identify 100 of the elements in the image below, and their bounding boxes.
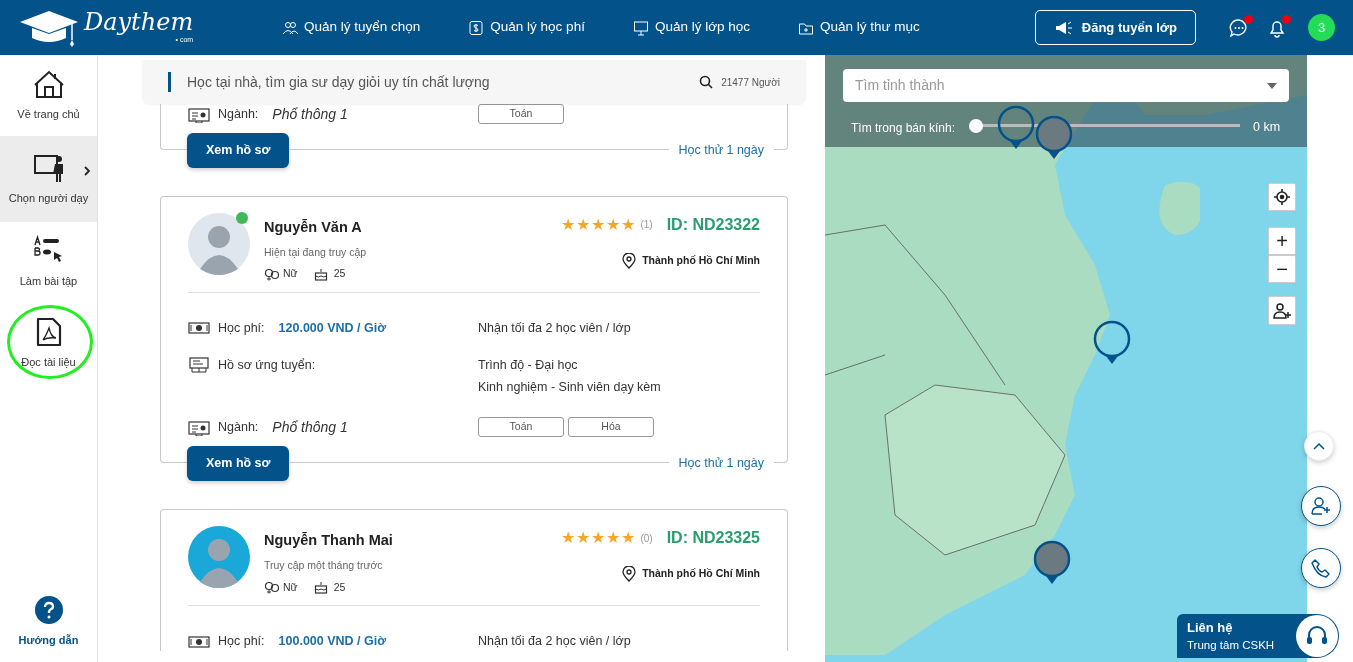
field-label: Hồ sơ ứng tuyển: bbox=[218, 356, 316, 374]
post-class-button[interactable]: Đăng tuyển lớp bbox=[1034, 9, 1196, 46]
star-icon: ★ bbox=[606, 530, 621, 546]
map-pin-icon bbox=[997, 105, 1035, 151]
view-profile-button[interactable]: Xem hồ sơ bbox=[187, 133, 290, 168]
banknote-icon bbox=[188, 320, 210, 337]
contact-panel[interactable]: Liên hệ Trung tâm CSKH bbox=[1177, 614, 1339, 658]
radius-value: 0 km bbox=[1253, 119, 1281, 136]
megaphone-icon bbox=[1053, 19, 1074, 36]
access-status: Hiện tại đang truy cập bbox=[264, 244, 367, 260]
gender-icon bbox=[264, 580, 280, 595]
logo-text: Daythem bbox=[84, 7, 194, 36]
accent-bar bbox=[168, 72, 171, 92]
star-icon: ★ bbox=[561, 216, 576, 233]
star-icon: ★ bbox=[561, 530, 576, 546]
search-bar[interactable]: Học tại nhà, tìm gia sư dạy giỏi uy tín chất lượng 21477 Người bbox=[142, 60, 806, 104]
profile-line: Trình độ - Đại học bbox=[478, 356, 579, 374]
map-pin-icon bbox=[1033, 540, 1071, 586]
cake-icon bbox=[313, 267, 328, 282]
gender-text: Nữ bbox=[283, 579, 298, 595]
caret-icon bbox=[1267, 82, 1277, 89]
sidebar-item[interactable]: Về trang chủ bbox=[0, 55, 97, 136]
map-pin-icon bbox=[1035, 115, 1073, 161]
profile-line: Kinh nghiệm - Sinh viên dạy kèm bbox=[478, 378, 661, 396]
major-text: Phổ thông 1 bbox=[272, 418, 348, 438]
review-count: (0) bbox=[640, 531, 653, 546]
major-text: Phổ thông 1 bbox=[272, 105, 348, 124]
field-label: Học phí: bbox=[218, 633, 265, 651]
help-link[interactable]: Hướng dẫn bbox=[0, 595, 97, 648]
field-label: Ngành: bbox=[218, 106, 259, 124]
profile-board-icon bbox=[188, 357, 210, 374]
house-icon bbox=[32, 68, 65, 101]
zoom-out-button[interactable]: − bbox=[1268, 255, 1296, 283]
access-status: Truy cập một tháng trước bbox=[264, 557, 384, 573]
sidebar-item[interactable]: Chọn người dạy bbox=[0, 136, 97, 222]
crosshair-icon bbox=[1274, 189, 1290, 205]
capacity-text: Nhận tối đa 2 học viên / lớp bbox=[478, 633, 631, 651]
chevron-up-icon bbox=[1313, 442, 1325, 450]
nav-menu-link[interactable]: Quản lý tuyển chọn bbox=[282, 17, 421, 38]
nav-menu-link[interactable]: Quản lý học phí bbox=[468, 17, 585, 38]
call-button[interactable] bbox=[1301, 548, 1341, 588]
trial-text: Học thử 1 ngày bbox=[677, 455, 765, 473]
scroll-up-button[interactable] bbox=[1304, 431, 1334, 461]
gender-text: Nữ bbox=[283, 266, 298, 282]
age-text: 25 bbox=[333, 579, 346, 595]
cake-icon bbox=[313, 580, 328, 595]
star-icon: ★ bbox=[576, 530, 591, 546]
location-pin-icon bbox=[622, 566, 637, 582]
subject-tag: Toán bbox=[478, 417, 564, 437]
capacity-text: Nhận tối đa 2 học viên / lớp bbox=[478, 320, 631, 337]
star-icon: ★ bbox=[591, 216, 606, 233]
certificate-icon bbox=[188, 419, 210, 436]
subject-tag: Toán bbox=[478, 104, 564, 124]
star-icon: ★ bbox=[606, 216, 621, 233]
trial-text: Học thử 1 ngày bbox=[677, 142, 765, 159]
photo-placeholder bbox=[188, 526, 250, 588]
photo-placeholder bbox=[188, 212, 250, 275]
fee-text: 120.000 VND / Giờ bbox=[278, 320, 387, 337]
map-pin-icon bbox=[1093, 320, 1131, 366]
tutor-name: Nguyễn Thanh Mai bbox=[264, 531, 393, 550]
fee-text: 100.000 VND / Giờ bbox=[278, 633, 387, 651]
nav-menu-link[interactable]: Quản lý lớp học bbox=[632, 17, 751, 38]
dollar-icon bbox=[468, 19, 485, 36]
subject-tag: Hóa bbox=[568, 417, 654, 437]
tutor-id: ID: ND23322 bbox=[666, 214, 760, 235]
sidebar-item[interactable]: Làm bài tập bbox=[0, 222, 97, 303]
add-person-icon bbox=[1311, 496, 1331, 516]
locate-button[interactable] bbox=[1268, 183, 1296, 211]
phone-icon bbox=[1311, 558, 1331, 578]
location-text: Thành phố Hồ Chí Minh bbox=[642, 252, 760, 268]
location-pin-icon bbox=[622, 252, 637, 269]
location-text: Thành phố Hồ Chí Minh bbox=[642, 566, 760, 582]
star-icon: ★ bbox=[576, 216, 591, 233]
chevron-icon bbox=[84, 166, 90, 176]
tutor-name: Nguyễn Văn A bbox=[264, 217, 363, 237]
contact-title: Liên hệ bbox=[1187, 618, 1234, 637]
banknote-icon bbox=[188, 633, 210, 650]
nav-menu-link[interactable]: Quản lý thư mục bbox=[798, 17, 920, 38]
certificate-icon bbox=[188, 106, 210, 123]
star-icon: ★ bbox=[621, 530, 636, 546]
sidebar-item[interactable]: Đọc tài liệu bbox=[0, 303, 97, 384]
add-person-button[interactable] bbox=[1301, 486, 1341, 526]
zoom-in-button[interactable]: + bbox=[1268, 227, 1296, 255]
gender-icon bbox=[264, 267, 280, 282]
star-icon: ★ bbox=[621, 216, 636, 233]
tutor-id: ID: ND23325 bbox=[666, 528, 760, 548]
chat-icon bbox=[1229, 17, 1249, 38]
radius-label: Tìm trong bán kính: bbox=[851, 120, 956, 137]
presentation-icon bbox=[632, 19, 649, 36]
age-text: 25 bbox=[333, 266, 346, 282]
field-label: Học phí: bbox=[218, 320, 265, 337]
search-field[interactable]: Học tại nhà, tìm gia sư dạy giỏi uy tín chất lượng bbox=[185, 70, 700, 94]
people-icon bbox=[282, 19, 298, 36]
add-person-icon bbox=[1273, 301, 1291, 320]
contact-subtitle: Trung tâm CSKH bbox=[1187, 638, 1275, 654]
field-label: Ngành: bbox=[218, 419, 259, 437]
star-icon: ★ bbox=[591, 530, 606, 546]
view-profile-button[interactable]: Xem hồ sơ bbox=[187, 446, 290, 481]
help-icon bbox=[34, 595, 63, 624]
review-count: (1) bbox=[640, 218, 653, 233]
